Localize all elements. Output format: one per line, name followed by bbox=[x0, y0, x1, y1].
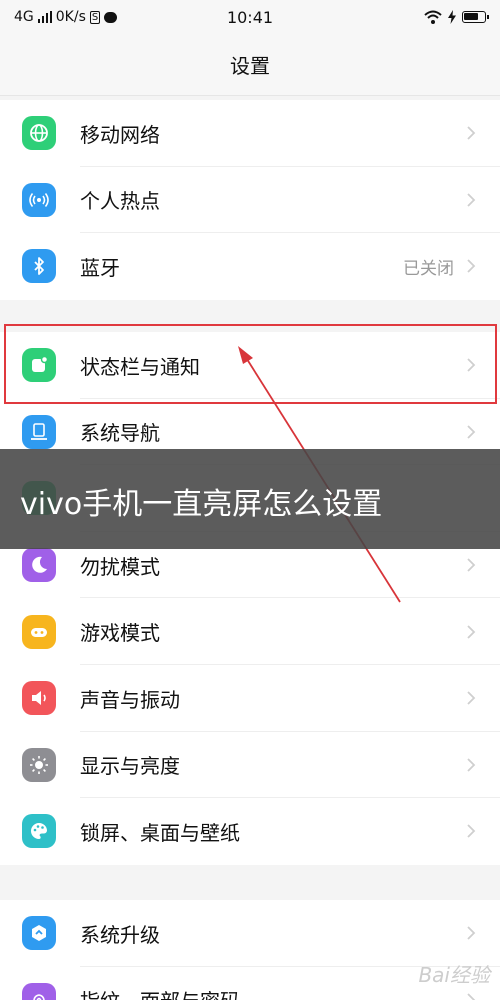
settings-item-hotspot[interactable]: 个人热点 bbox=[0, 167, 500, 234]
settings-item-status-bar-notifications[interactable]: 状态栏与通知 bbox=[0, 332, 500, 399]
settings-item-label: 个人热点 bbox=[80, 189, 160, 214]
settings-item-label: 状态栏与通知 bbox=[80, 354, 200, 379]
settings-item-label: 系统升级 bbox=[80, 922, 160, 947]
settings-item-label: 声音与振动 bbox=[80, 687, 180, 712]
bluetooth-icon bbox=[22, 249, 56, 284]
chevron-right-icon bbox=[467, 558, 476, 572]
navigation-icon bbox=[22, 414, 56, 449]
gamepad-icon bbox=[22, 614, 56, 649]
globe-icon bbox=[22, 116, 56, 151]
settings-group-network: 移动网络 个人热点 蓝牙 已关闭 bbox=[0, 100, 500, 300]
chevron-right-icon bbox=[467, 193, 476, 207]
chevron-right-icon bbox=[467, 926, 476, 940]
chevron-right-icon bbox=[467, 758, 476, 772]
page-title: 设置 bbox=[230, 54, 270, 78]
speaker-icon bbox=[22, 681, 56, 716]
caption-text: vivo手机一直亮屏怎么设置 bbox=[20, 487, 383, 522]
hotspot-icon bbox=[22, 182, 56, 217]
settings-item-label: 游戏模式 bbox=[80, 621, 160, 646]
settings-item-bluetooth[interactable]: 蓝牙 已关闭 bbox=[0, 233, 500, 300]
chevron-right-icon bbox=[467, 358, 476, 372]
chevron-right-icon bbox=[467, 425, 476, 439]
palette-icon bbox=[22, 814, 56, 849]
fingerprint-icon bbox=[22, 982, 56, 1000]
settings-group-system: 状态栏与通知 系统导航 勿扰模式 游戏模式 声音与振动 显示与亮度 锁屏、桌面与… bbox=[0, 332, 500, 865]
status-right bbox=[424, 10, 489, 24]
status-bar: 4G 0K/s S 10:41 bbox=[0, 0, 500, 36]
battery-icon bbox=[462, 11, 489, 23]
charging-icon bbox=[448, 10, 456, 24]
settings-item-label: 勿扰模式 bbox=[80, 554, 160, 579]
title-bar: 设置 bbox=[0, 36, 500, 96]
chevron-right-icon bbox=[467, 824, 476, 839]
chevron-right-icon bbox=[467, 625, 476, 639]
settings-item-mobile-network[interactable]: 移动网络 bbox=[0, 100, 500, 167]
wifi-icon bbox=[424, 10, 442, 24]
settings-item-game-mode[interactable]: 游戏模式 bbox=[0, 598, 500, 665]
settings-item-label: 移动网络 bbox=[80, 122, 160, 147]
watermark-text: Bai经验 bbox=[418, 963, 490, 987]
chevron-right-icon bbox=[467, 691, 476, 705]
settings-item-label: 显示与亮度 bbox=[80, 754, 180, 779]
notification-icon bbox=[22, 348, 56, 383]
bluetooth-status-value: 已关闭 bbox=[403, 258, 454, 279]
chevron-right-icon bbox=[467, 126, 476, 140]
settings-item-sound-vibration[interactable]: 声音与振动 bbox=[0, 665, 500, 732]
sun-icon bbox=[22, 747, 56, 782]
settings-item-label: 蓝牙 bbox=[80, 255, 120, 280]
chevron-right-icon bbox=[467, 259, 476, 274]
settings-item-display-brightness[interactable]: 显示与亮度 bbox=[0, 732, 500, 799]
settings-item-label: 锁屏、桌面与壁纸 bbox=[80, 820, 240, 845]
baidu-jingyan-watermark: Bai经验 bbox=[418, 959, 490, 988]
settings-item-system-upgrade[interactable]: 系统升级 bbox=[0, 900, 500, 967]
upgrade-icon bbox=[22, 916, 56, 951]
settings-item-label: 系统导航 bbox=[80, 421, 160, 446]
chevron-right-icon bbox=[467, 993, 476, 1000]
settings-item-lockscreen-wallpaper[interactable]: 锁屏、桌面与壁纸 bbox=[0, 798, 500, 865]
moon-icon bbox=[22, 548, 56, 583]
caption-banner: vivo手机一直亮屏怎么设置 bbox=[0, 449, 500, 549]
settings-item-label: 指纹、面部与密码 bbox=[80, 985, 466, 1000]
